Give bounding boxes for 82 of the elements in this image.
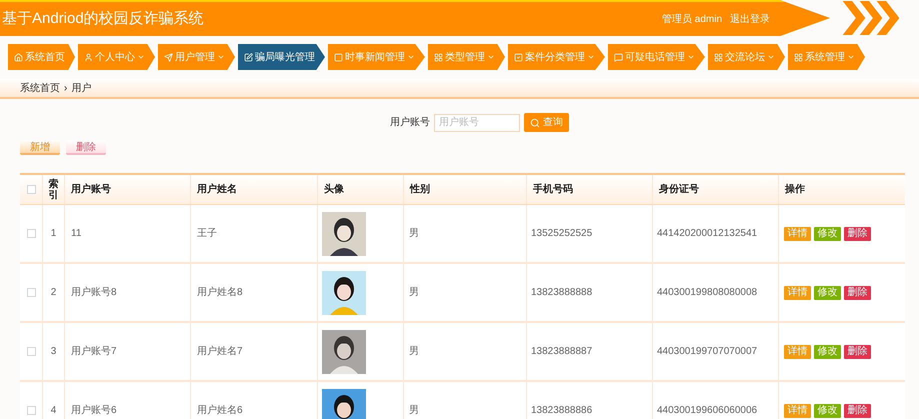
table-cell-text: 用户账号8 [71, 286, 117, 300]
user-icon [84, 52, 93, 62]
nav-tab[interactable]: 案件分类管理 [508, 44, 605, 70]
nav-tab[interactable]: 可疑电话管理 [608, 44, 705, 70]
nav-tab[interactable]: 系统管理 [788, 44, 865, 70]
delete-button[interactable]: 删除 [844, 226, 871, 240]
delete-button[interactable]: 删除 [844, 404, 871, 418]
column-header: 头像 [324, 182, 344, 197]
checkbox[interactable] [26, 347, 36, 356]
table-cell-text: 440300199606060006 [657, 404, 758, 418]
table-cell-text: 用户账号6 [71, 404, 117, 418]
table-cell-text: 11 [71, 227, 82, 241]
nav-tab[interactable]: 时事新闻管理 [328, 44, 425, 70]
table-cell-text: 3 [50, 345, 56, 359]
add-button[interactable]: 新增 [20, 140, 60, 155]
edit-button[interactable]: 修改 [814, 226, 841, 240]
table-cell-text: 4 [50, 404, 56, 418]
admin-label: 管理员 admin [662, 12, 722, 26]
square-icon [334, 52, 343, 62]
details-button[interactable]: 详情 [784, 344, 811, 358]
nav-tab[interactable]: 骗局曝光管理 [238, 44, 325, 70]
checkbox-icon [514, 52, 523, 62]
nav-tab[interactable]: 个人中心 [78, 44, 155, 70]
checkbox[interactable] [26, 288, 36, 297]
table-cell-text: 440300199707070007 [657, 345, 758, 359]
column-header: 索引 [48, 178, 58, 200]
checkbox[interactable] [26, 406, 36, 415]
table-cell-text: 男 [409, 286, 419, 300]
edit-button[interactable]: 修改 [814, 344, 841, 358]
table-cell-text: 男 [409, 227, 419, 241]
column-header: 用户姓名 [197, 182, 237, 197]
table-cell-text: 441420200012132541 [657, 227, 758, 241]
edit-icon [244, 52, 253, 62]
logout-link[interactable]: 退出登录 [730, 12, 770, 26]
table-cell-text: 用户账号7 [71, 344, 117, 359]
table-cell-text: 13525252525 [531, 227, 592, 241]
search-button[interactable]: 查询 [524, 113, 569, 132]
details-button[interactable]: 详情 [784, 404, 811, 418]
nav-tab[interactable]: 用户管理 [158, 44, 235, 70]
nav-tab[interactable]: 交流论坛 [708, 44, 785, 70]
table-cell-text: 2 [50, 286, 56, 300]
chat-icon [614, 52, 623, 62]
breadcrumb-separator: › [64, 82, 68, 96]
details-button[interactable]: 详情 [784, 226, 811, 240]
edit-button[interactable]: 修改 [814, 286, 841, 300]
grid-icon [714, 52, 723, 62]
table-cell-text: 13823888886 [531, 404, 592, 418]
search-label: 用户账号 [390, 116, 430, 130]
nav-tab[interactable]: 系统首页 [8, 44, 75, 70]
table-cell-text: 用户姓名7 [197, 344, 243, 359]
home-icon [14, 52, 23, 62]
table-cell-text: 男 [409, 404, 419, 418]
delete-button[interactable]: 删除 [844, 344, 871, 358]
paper-plane-icon [164, 52, 173, 62]
grid-icon [434, 52, 443, 62]
grid-icon [794, 52, 803, 62]
nav-tab[interactable]: 类型管理 [428, 44, 505, 70]
breadcrumb-current[interactable]: 用户 [71, 80, 92, 96]
details-button[interactable]: 详情 [784, 286, 811, 300]
breadcrumb-link[interactable]: 系统首页 [20, 80, 60, 96]
column-header: 手机号码 [533, 182, 573, 197]
table-cell-text: 440300199808080008 [657, 286, 758, 300]
system-title: 基于Andriod的校园反诈骗系统 [2, 8, 204, 29]
column-header: 用户账号 [71, 182, 111, 197]
delete-button[interactable]: 删除 [66, 140, 106, 155]
table-cell-text: 王子 [197, 227, 217, 241]
table-cell-text: 用户姓名8 [197, 286, 243, 300]
search-field[interactable]: 用户账号 [434, 114, 520, 132]
table-cell-text: 13823888888 [531, 286, 592, 300]
checkbox[interactable] [26, 229, 36, 238]
column-header: 性别 [410, 182, 430, 197]
edit-button[interactable]: 修改 [814, 404, 841, 418]
table-cell-text: 13823888887 [531, 345, 592, 359]
table-cell-text: 1 [50, 227, 56, 241]
checkbox[interactable] [26, 185, 36, 194]
delete-button[interactable]: 删除 [844, 286, 871, 300]
search-icon [530, 118, 540, 128]
column-header: 身份证号 [659, 182, 699, 197]
chevrons-icon [840, 1, 902, 35]
table-cell-text: 男 [409, 345, 419, 359]
column-header: 操作 [785, 182, 805, 197]
table-cell-text: 用户姓名6 [197, 404, 243, 418]
